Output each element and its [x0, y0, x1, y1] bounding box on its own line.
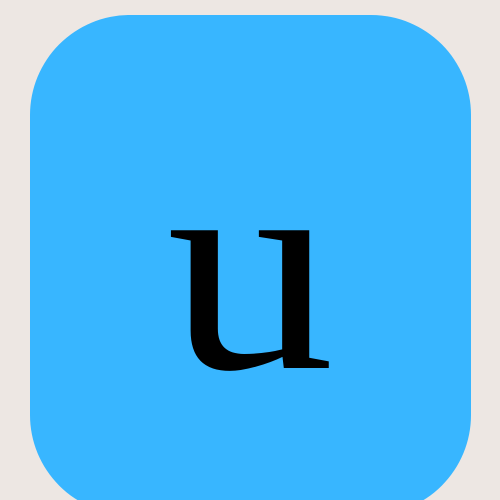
app-icon-tile[interactable]: u: [30, 15, 471, 500]
app-icon-letter: u: [166, 101, 335, 433]
